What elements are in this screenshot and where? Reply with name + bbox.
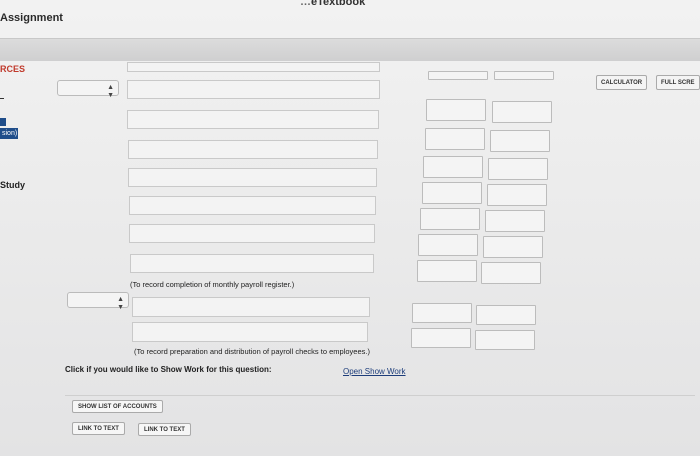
account-field[interactable] [129, 196, 376, 215]
date-select[interactable]: ▲ ▼ [67, 292, 129, 311]
full-screen-button[interactable]: FULL SCRE [656, 75, 700, 90]
credit-field[interactable] [492, 101, 552, 123]
debit-field[interactable] [426, 99, 486, 121]
debit-field[interactable] [425, 128, 485, 150]
credit-field[interactable] [483, 236, 543, 258]
debit-field[interactable] [428, 71, 488, 80]
etextbook-link[interactable]: …eTextbook [300, 0, 365, 8]
debit-field[interactable] [422, 182, 482, 204]
account-field[interactable] [132, 297, 370, 317]
credit-field[interactable] [476, 305, 536, 325]
show-list-of-accounts-button[interactable]: SHOW LIST OF ACCOUNTS [72, 400, 163, 413]
credit-field[interactable] [494, 71, 554, 80]
debit-field[interactable] [412, 303, 472, 323]
entry-note-payroll: (To record completion of monthly payroll… [130, 280, 295, 289]
link-to-text-button[interactable]: LINK TO TEXT [138, 423, 191, 436]
account-field[interactable] [127, 110, 379, 129]
credit-field[interactable] [487, 184, 547, 206]
truncated-prefix: … [300, 0, 311, 8]
debit-field[interactable] [423, 156, 483, 178]
link-to-text-button[interactable]: LINK TO TEXT [72, 422, 125, 435]
resources-label: RCES [0, 64, 26, 74]
account-field[interactable] [128, 168, 377, 187]
updown-arrow-icon: ▲ ▼ [117, 296, 124, 311]
debit-field[interactable] [417, 260, 477, 282]
account-field[interactable] [130, 254, 374, 273]
divider [0, 98, 4, 99]
debit-field[interactable] [411, 328, 471, 348]
credit-field[interactable] [485, 210, 545, 232]
session-icon [0, 118, 6, 126]
date-select[interactable]: ▲ ▼ [57, 80, 119, 99]
page: …eTextbook Assignment RCES sion) Study C… [0, 0, 700, 456]
session-button[interactable]: sion) [0, 128, 18, 139]
account-field[interactable] [129, 224, 375, 243]
etextbook-label: eTextbook [311, 0, 366, 8]
header-band [0, 38, 700, 61]
credit-field[interactable] [481, 262, 541, 284]
open-show-work-link[interactable]: Open Show Work [343, 367, 406, 376]
credit-field[interactable] [488, 158, 548, 180]
account-field[interactable] [127, 62, 380, 72]
account-field[interactable] [128, 140, 378, 159]
debit-field[interactable] [420, 208, 480, 230]
calculator-button[interactable]: CALCULATOR [596, 75, 648, 90]
study-link[interactable]: Study [0, 180, 25, 190]
updown-arrow-icon: ▲ ▼ [107, 84, 114, 99]
credit-field[interactable] [490, 130, 550, 152]
show-work-prompt: Click if you would like to Show Work for… [65, 365, 272, 374]
account-field[interactable] [127, 80, 380, 99]
page-title: Assignment [0, 12, 63, 24]
credit-field[interactable] [475, 330, 535, 350]
account-field[interactable] [132, 322, 368, 342]
debit-field[interactable] [418, 234, 478, 256]
entry-note-checks: (To record preparation and distribution … [134, 347, 370, 356]
